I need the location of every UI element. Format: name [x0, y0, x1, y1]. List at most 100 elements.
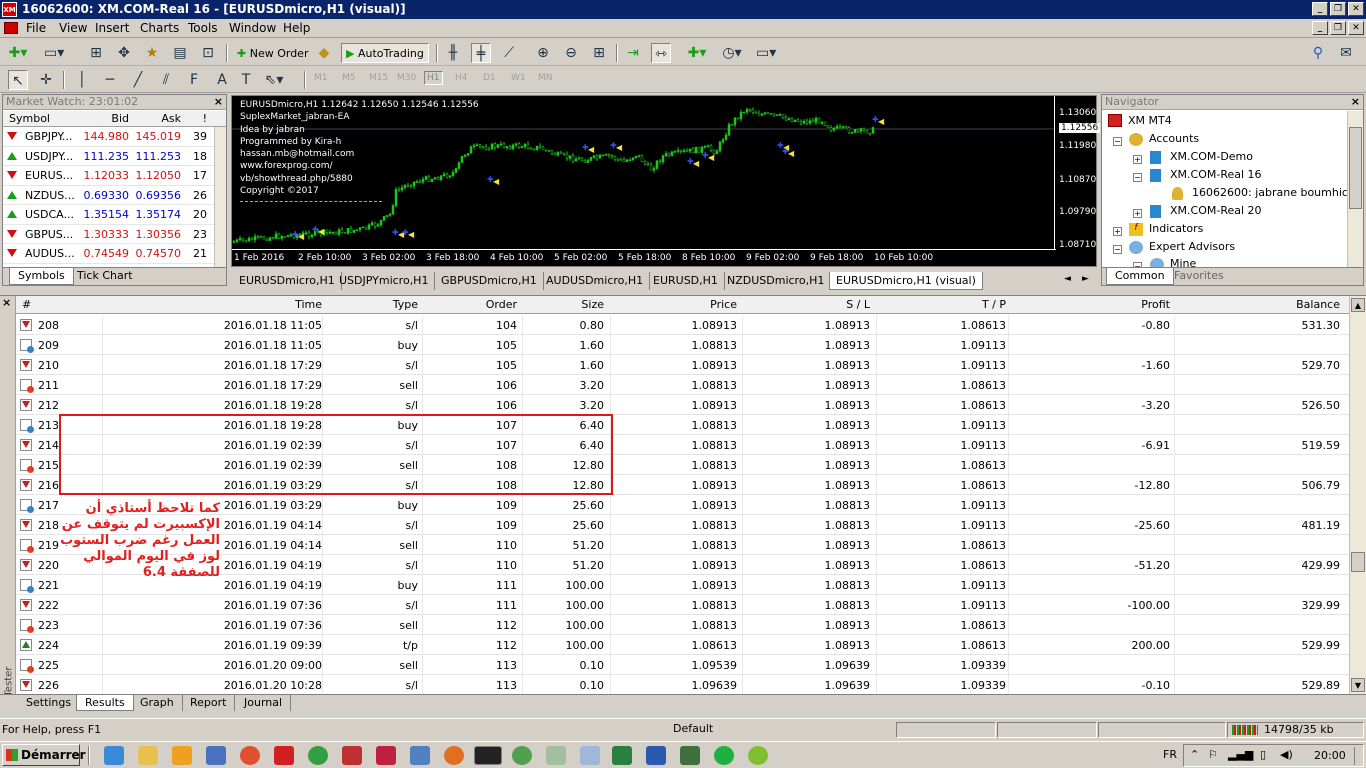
candlestick-icon[interactable]: ╪ [471, 43, 491, 63]
results-row[interactable]: 209 2016.01.18 11:05 buy 105 1.60 1.08813 1.08… [16, 335, 1349, 355]
market-watch-row[interactable]: GBPUS... 1.30333 1.30356 23 [3, 225, 226, 244]
new-chart-icon[interactable]: ✚▾ [8, 43, 28, 63]
tab-journal[interactable]: Journal [236, 695, 292, 711]
app-icon-3[interactable] [410, 746, 430, 765]
download-icon[interactable] [376, 746, 396, 765]
tester-close-icon[interactable]: × [2, 296, 11, 309]
navigator-scroll-thumb[interactable] [1349, 127, 1362, 209]
chart-tab[interactable]: NZDUSDmicro,H1 [721, 272, 832, 290]
firefox-icon[interactable] [444, 746, 464, 765]
timeframe-h4[interactable]: H4 [455, 73, 468, 83]
col-sl[interactable]: S / L [746, 298, 870, 311]
nav-account-user[interactable]: 16062600: jabrane boumhicha [1192, 186, 1347, 199]
timeframe-m1[interactable]: M1 [314, 73, 328, 83]
chart-tab[interactable]: EURUSD,H1 [647, 272, 725, 290]
results-row[interactable]: 226 2016.01.20 10:28 s/l 113 0.10 1.09639 1.09… [16, 675, 1349, 695]
market-watch-row[interactable]: USDJPY... 111.235 111.253 18 [3, 147, 226, 166]
market-watch-row[interactable]: EURUS... 1.12033 1.12050 17 [3, 166, 226, 186]
fibonacci-icon[interactable]: F [184, 70, 204, 90]
app-icon-7[interactable] [680, 746, 700, 765]
tile-windows-icon[interactable]: ⊞ [589, 43, 609, 63]
market-watch-row[interactable]: GBPJPY... 144.980 145.019 39 [3, 127, 226, 147]
tab-report[interactable]: Report [182, 695, 236, 711]
timeframe-m15[interactable]: M15 [369, 73, 388, 83]
start-button[interactable]: Démarrer [2, 744, 86, 766]
results-scroll-thumb[interactable] [1351, 552, 1365, 572]
templates-icon[interactable]: ▭▾ [756, 43, 776, 63]
ie-icon[interactable] [104, 746, 124, 765]
col-tp[interactable]: T / P [878, 298, 1006, 311]
line-chart-icon[interactable]: ⟋ [499, 43, 519, 63]
chart-shift-icon[interactable]: ⇿ [651, 43, 671, 63]
timeframe-mn[interactable]: MN [538, 73, 553, 83]
chart-tabs-left-icon[interactable]: ◄ [1064, 274, 1071, 284]
word-icon[interactable] [646, 746, 666, 765]
col-balance[interactable]: Balance [1176, 298, 1340, 311]
results-row[interactable]: 210 2016.01.18 17:29 s/l 105 1.60 1.08913 1.08… [16, 355, 1349, 375]
media-icon[interactable] [172, 746, 192, 765]
app-icon-4[interactable] [512, 746, 532, 765]
accounts-collapse-icon[interactable]: − [1113, 137, 1122, 146]
mw-col-spread[interactable]: ! [193, 112, 207, 125]
restore-button[interactable]: ❐ [1330, 2, 1346, 16]
navigator-toggle-icon[interactable]: ★ [142, 43, 162, 63]
vertical-line-icon[interactable]: │ [72, 70, 92, 90]
arrows-icon[interactable]: ⇖▾ [264, 70, 284, 90]
results-row[interactable]: 222 2016.01.19 07:36 s/l 111 100.00 1.08813 1.… [16, 595, 1349, 615]
mw-col-ask[interactable]: Ask [135, 112, 181, 125]
metaeditor-icon[interactable]: ◆ [314, 43, 334, 63]
indicators-expand-icon[interactable]: + [1113, 227, 1122, 236]
autoscroll-icon[interactable]: ⇥ [623, 43, 643, 63]
menu-charts[interactable]: Charts [140, 21, 179, 35]
app-icon-6[interactable] [580, 746, 600, 765]
real20-expand-icon[interactable]: + [1133, 209, 1142, 218]
col-time[interactable]: Time [106, 298, 322, 311]
menu-window[interactable]: Window [229, 21, 276, 35]
menu-view[interactable]: View [59, 21, 87, 35]
profiles-icon[interactable]: ▭▾ [44, 43, 64, 63]
col-profit[interactable]: Profit [1012, 298, 1170, 311]
timeframe-d1[interactable]: D1 [483, 73, 496, 83]
excel-icon[interactable] [612, 746, 632, 765]
language-indicator[interactable]: FR [1163, 748, 1177, 761]
real16-collapse-icon[interactable]: − [1133, 173, 1142, 182]
pdf-icon[interactable] [274, 746, 294, 765]
chart-tab[interactable]: EURUSDmicro,H1 (visual) [829, 272, 983, 290]
scroll-down-icon[interactable]: ▼ [1351, 678, 1365, 692]
tab-common[interactable]: Common [1106, 268, 1174, 285]
col-size[interactable]: Size [524, 298, 604, 311]
equidistant-channel-icon[interactable]: ⫽ [156, 70, 176, 90]
results-scrollbar[interactable]: ▲ ▼ [1349, 296, 1366, 696]
app-icon-8[interactable] [748, 746, 768, 765]
app-icon-5[interactable] [546, 746, 566, 765]
bar-chart-icon[interactable]: ╫ [443, 43, 463, 63]
terminal-toggle-icon[interactable]: ▤ [170, 43, 190, 63]
tray-up-icon[interactable]: ⌃ [1190, 748, 1199, 761]
chat-icon[interactable]: ✉ [1336, 43, 1356, 63]
col-type[interactable]: Type [326, 298, 418, 311]
crosshair-chart-icon[interactable]: ✥ [114, 43, 134, 63]
autotrading-button[interactable]: ▶ AutoTrading [341, 43, 429, 63]
market-watch-close-icon[interactable]: × [214, 95, 223, 108]
tab-symbols[interactable]: Symbols [9, 268, 74, 285]
nav-accounts[interactable]: Accounts [1149, 132, 1199, 145]
indicators-icon[interactable]: ✚▾ [687, 43, 707, 63]
app-icon-1[interactable] [240, 746, 260, 765]
timeframe-m5[interactable]: M5 [342, 73, 356, 83]
nav-mine[interactable]: Mine [1170, 257, 1196, 267]
zoom-out-icon[interactable]: ⊖ [561, 43, 581, 63]
document-icon[interactable] [4, 22, 18, 34]
chart-tab[interactable]: USDJPYmicro,H1 [333, 272, 436, 290]
menu-file[interactable]: File [26, 21, 46, 35]
network-icon[interactable]: ⚐ [1208, 748, 1218, 761]
col-price[interactable]: Price [612, 298, 737, 311]
mw-col-bid[interactable]: Bid [83, 112, 129, 125]
menu-tools[interactable]: Tools [188, 21, 218, 35]
nav-expert-advisors[interactable]: Expert Advisors [1149, 240, 1235, 253]
market-watch-row[interactable]: NZDUS... 0.69330 0.69356 26 [3, 186, 226, 205]
col-order[interactable]: Order [426, 298, 517, 311]
doc-minimize-button[interactable]: _ [1312, 21, 1328, 35]
mw-col-symbol[interactable]: Symbol [9, 112, 50, 125]
chart-tab[interactable]: EURUSDmicro,H1 [233, 272, 342, 290]
periods-icon[interactable]: ◷▾ [722, 43, 742, 63]
